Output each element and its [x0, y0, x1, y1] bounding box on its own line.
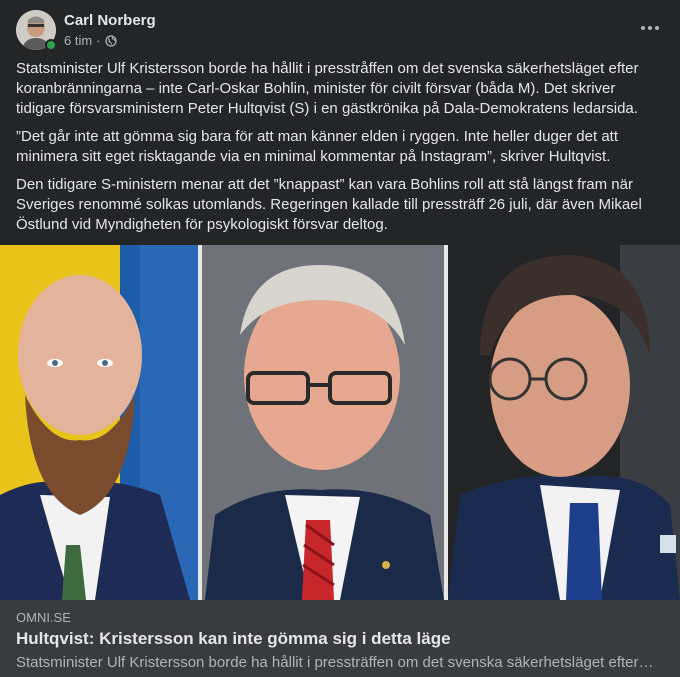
online-status-indicator — [45, 39, 57, 51]
post-header: Carl Norberg 6 tim · — [16, 10, 664, 51]
post-timestamp[interactable]: 6 tim — [64, 33, 92, 48]
feed-post: Carl Norberg 6 tim · Statsminister Ulf K… — [0, 0, 680, 677]
link-preview-image[interactable] — [0, 245, 680, 600]
composite-portrait-photo — [0, 245, 680, 600]
author-name[interactable]: Carl Norberg — [64, 12, 156, 29]
link-preview-card[interactable]: OMNI.SE Hultqvist: Kristersson kan inte … — [0, 600, 680, 677]
post-paragraph: Den tidigare S-ministern menar att det ”… — [16, 176, 642, 233]
more-dot — [655, 26, 659, 30]
more-dot — [641, 26, 645, 30]
globe-icon[interactable] — [104, 34, 117, 47]
post-text: Statsminister Ulf Kristersson borde ha h… — [16, 59, 664, 243]
link-domain: OMNI.SE — [16, 610, 71, 625]
more-options-icon[interactable] — [632, 14, 668, 42]
meta-separator: · — [96, 33, 101, 48]
link-description: Statsminister Ulf Kristersson borde ha h… — [16, 654, 656, 671]
post-meta: 6 tim · — [64, 33, 117, 48]
post-paragraph: Statsminister Ulf Kristersson borde ha h… — [16, 60, 639, 117]
post-paragraph: ”Det går inte att gömma sig bara för att… — [16, 128, 618, 165]
link-title[interactable]: Hultqvist: Kristersson kan inte gömma si… — [16, 629, 451, 649]
more-dot — [648, 26, 652, 30]
